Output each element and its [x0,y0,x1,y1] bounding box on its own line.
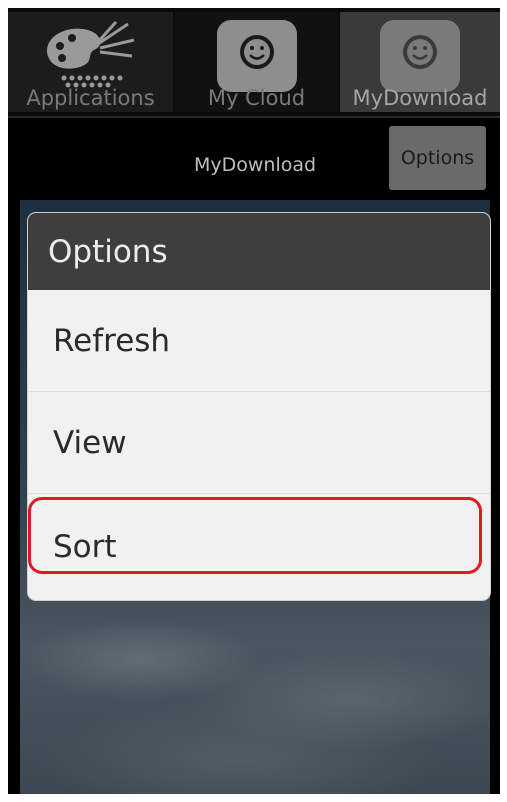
dialog-title: Options [28,213,490,290]
tab-label-mydownload: MyDownload [352,86,488,110]
options-dialog: Options Refresh View Sort [28,213,490,600]
page-title: MyDownload [194,154,317,176]
tab-label-applications: Applications [26,86,155,110]
tab-applications[interactable]: Applications [8,12,173,112]
menu-item-refresh[interactable]: Refresh [28,290,490,392]
palette-icon [36,18,146,95]
menu-item-label: Refresh [53,322,171,359]
menu-item-sort[interactable]: Sort [28,494,490,600]
menu-item-label: View [53,424,127,461]
tab-my-cloud[interactable]: My Cloud [175,12,338,112]
menu-item-label: Sort [53,529,117,565]
options-button[interactable]: Options [389,126,486,190]
title-bar: MyDownload Options [8,118,500,202]
tab-mydownload[interactable]: MyDownload [340,12,500,112]
menu-item-view[interactable]: View [28,392,490,494]
phone-screen: Applications My Cloud MyDownload MyDownl… [8,8,500,794]
tab-label-my-cloud: My Cloud [207,86,306,110]
tab-bar: Applications My Cloud MyDownload [8,8,500,118]
